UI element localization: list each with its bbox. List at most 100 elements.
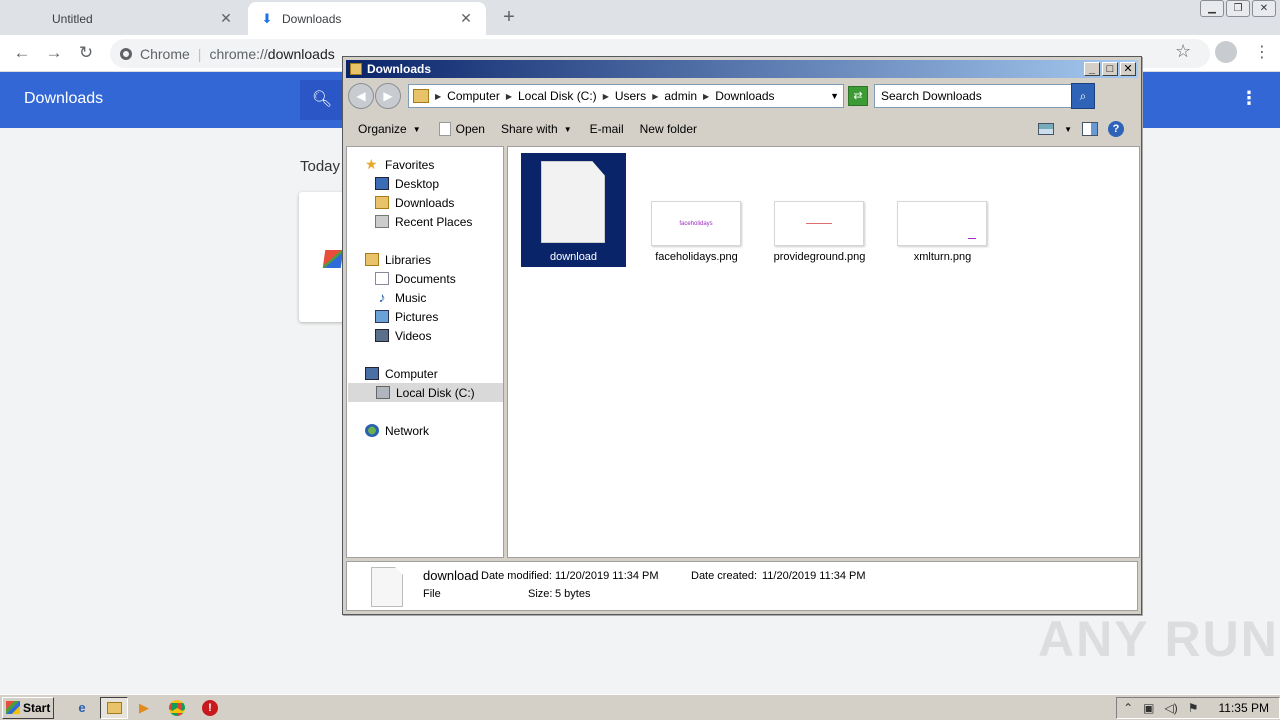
bookmark-star-icon[interactable]: ☆ [1175,41,1191,62]
close-icon[interactable]: ✕ [458,10,474,27]
view-controls: ▼ ? [1038,121,1124,137]
details-file-type: File [423,588,441,600]
file-name: xmlturn.png [913,251,972,263]
stop-app-button[interactable]: ! [200,698,220,718]
nav-documents[interactable]: Documents [375,269,456,288]
file-item-provideground[interactable]: provideground.png [767,153,872,267]
open-button[interactable]: Open [438,122,485,136]
email-button[interactable]: E-mail [590,122,624,136]
nav-label: Libraries [385,252,432,267]
file-item-xmlturn[interactable]: xmlturn.png [890,153,995,267]
thumb-text: faceholidays [679,220,713,227]
nav-label: Network [385,423,430,438]
chrome-taskbar-button[interactable] [167,698,187,718]
breadcrumb[interactable]: ▶ Computer ▶ Local Disk (C:) ▶ Users ▶ a… [408,84,844,108]
nav-label: Videos [395,328,432,343]
minimize-button[interactable]: ▁ [1200,0,1224,17]
chevron-right-icon[interactable]: ▶ [652,92,658,101]
chevron-right-icon[interactable]: ▶ [506,92,512,101]
tab-untitled-label: Untitled [52,11,93,26]
close-window-button[interactable]: ✕ [1252,0,1276,17]
profile-avatar-icon[interactable] [1215,41,1237,63]
back-icon[interactable]: ← [10,41,34,65]
show-hidden-icons-icon[interactable]: ⌃ [1123,701,1133,715]
desktop-icon [375,177,389,190]
chevron-down-icon[interactable]: ▼ [830,91,839,101]
image-thumbnail: faceholidays [651,201,741,246]
back-icon[interactable]: ◀ [348,83,374,109]
windows-logo-icon [6,701,20,714]
file-name: faceholidays.png [655,251,738,263]
preview-pane-icon[interactable] [1082,122,1098,136]
tab-untitled[interactable]: Untitled ✕ [10,2,246,35]
chevron-down-icon[interactable]: ▼ [1064,125,1072,134]
explorer-taskbar-button[interactable] [100,696,128,719]
reload-icon[interactable]: ↻ [74,41,98,65]
size-value: 5 bytes [555,588,591,600]
navigation-pane: ★ Favorites Desktop Downloads Recent Plac… [346,146,504,558]
breadcrumb-computer[interactable]: Computer [447,89,500,103]
minimize-button[interactable]: _ [1084,62,1100,76]
explorer-titlebar[interactable]: Downloads _ □ ✕ [346,60,1138,78]
internet-explorer-icon[interactable]: e [72,698,92,718]
search-input[interactable]: Search Downloads ⌕ [874,83,1095,109]
file-type-icon [322,250,344,268]
file-name: download [549,251,598,263]
chevron-right-icon[interactable]: ▶ [603,92,609,101]
nav-pictures[interactable]: Pictures [375,307,438,326]
nav-recent-places[interactable]: Recent Places [375,212,472,231]
volume-icon[interactable]: ◁) [1165,701,1178,715]
image-thumbnail [897,201,987,246]
media-player-icon[interactable]: ▶ [134,698,154,718]
forward-icon[interactable]: ▶ [375,83,401,109]
downloads-folder-icon [375,196,389,209]
nav-videos[interactable]: Videos [375,326,431,345]
nav-music[interactable]: ♪ Music [375,288,427,307]
new-tab-button[interactable]: + [498,6,520,28]
change-view-icon[interactable] [1038,123,1055,135]
breadcrumb-local-disk[interactable]: Local Disk (C:) [518,89,597,103]
separator: | [197,45,202,62]
date-modified-value: 11/20/2019 11:34 PM [555,570,659,582]
breadcrumb-downloads[interactable]: Downloads [715,89,774,103]
restore-button[interactable]: ❐ [1226,0,1250,17]
nav-favorites[interactable]: ★ Favorites [365,155,434,174]
nav-label: Music [395,290,427,305]
system-tray: ⌃ ▣ ◁) ⚑ 11:35 PM [1116,696,1280,719]
nav-libraries[interactable]: Libraries [365,250,431,269]
refresh-icon[interactable]: ⇄ [848,86,868,106]
file-item-download[interactable]: download [521,153,626,267]
search-icon[interactable]: ⌕ [1071,83,1095,109]
section-label: Today [300,158,341,175]
nav-local-disk[interactable]: Local Disk (C:) [348,383,503,402]
chevron-right-icon[interactable]: ▶ [435,92,441,101]
share-with-button[interactable]: Share with ▼ [501,122,572,136]
organize-button[interactable]: Organize ▼ [358,122,421,136]
chrome-menu-icon[interactable]: ⋮ [1254,42,1270,62]
breadcrumb-users[interactable]: Users [615,89,646,103]
tab-downloads[interactable]: ⬇ Downloads ✕ [248,2,486,35]
network-status-icon[interactable]: ▣ [1143,701,1154,715]
action-center-flag-icon[interactable]: ⚑ [1188,701,1199,715]
close-window-button[interactable]: ✕ [1120,62,1136,76]
breadcrumb-admin[interactable]: admin [664,89,697,103]
watermark: ANY RUN [1038,611,1279,667]
chevron-right-icon[interactable]: ▶ [703,92,709,101]
clock[interactable]: 11:35 PM [1219,701,1269,715]
start-button[interactable]: Start [2,696,54,719]
nav-computer[interactable]: Computer [365,364,438,383]
forward-icon[interactable]: → [42,41,66,65]
new-folder-button[interactable]: New folder [640,122,697,136]
file-item-faceholidays[interactable]: faceholidays faceholidays.png [644,153,749,267]
nav-desktop[interactable]: Desktop [375,174,439,193]
close-icon[interactable]: ✕ [218,10,234,27]
maximize-button[interactable]: □ [1102,62,1118,76]
nav-network[interactable]: Network [365,421,429,440]
site-label: Chrome [140,45,190,62]
search-icon[interactable]: 🔍︎ [300,80,344,120]
tab-strip: Untitled ✕ ⬇ Downloads ✕ + ▁ ❐ ✕ [0,0,1280,35]
nav-label: Favorites [385,157,435,172]
more-menu-icon[interactable]: ⋮ [1240,88,1258,109]
nav-downloads[interactable]: Downloads [375,193,454,212]
help-icon[interactable]: ? [1108,121,1124,137]
